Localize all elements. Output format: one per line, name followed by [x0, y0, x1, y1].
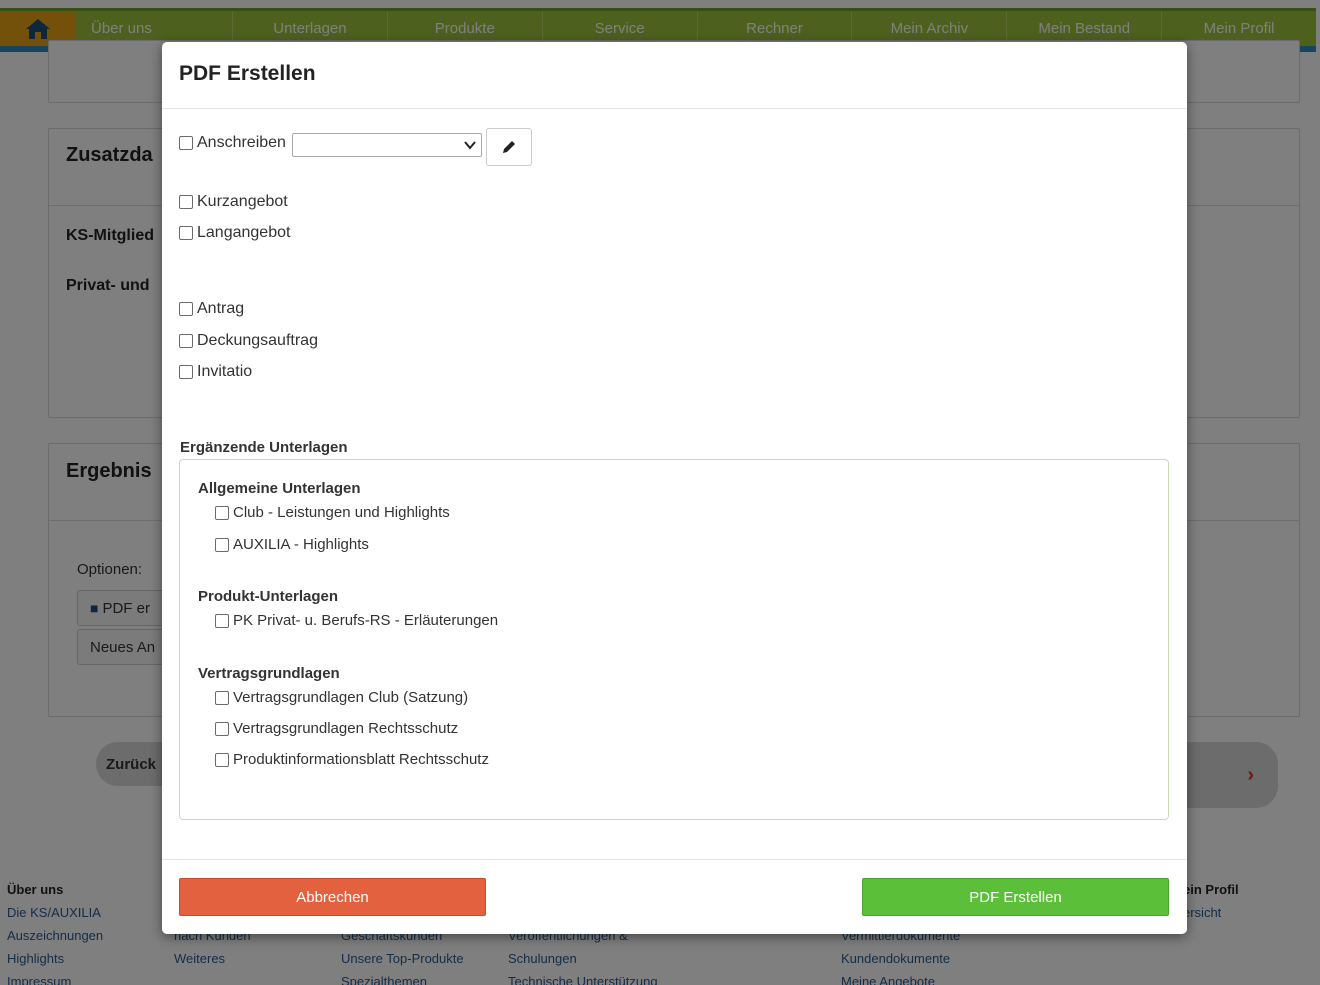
langangebot-label: Langangebot — [197, 224, 291, 241]
doc-item-auxilia-highlights: AUXILIA - Highlights — [215, 536, 369, 553]
pdf-erstellen-modal: PDF Erstellen Anschreiben Kurzangebot La… — [162, 42, 1187, 934]
doc-item-club-leistungen: Club - Leistungen und Highlights — [215, 504, 450, 521]
kurzangebot-checkbox[interactable] — [179, 195, 193, 209]
cancel-button[interactable]: Abbrechen — [179, 878, 486, 916]
doc-item-pk-erlaeuterungen: PK Privat- u. Berufs-RS - Erläuterungen — [215, 612, 498, 629]
invitatio-row: Invitatio — [179, 363, 252, 381]
group-title-allgemeine: Allgemeine Unterlagen — [198, 480, 361, 497]
group-title-vertragsgrundlagen: Vertragsgrundlagen — [198, 665, 340, 682]
ergaenzende-unterlagen-heading: Ergänzende Unterlagen — [180, 439, 348, 456]
kurzangebot-row: Kurzangebot — [179, 193, 288, 211]
kurzangebot-label: Kurzangebot — [197, 193, 288, 210]
anschreiben-checkbox[interactable] — [179, 136, 193, 150]
doc-label: AUXILIA - Highlights — [233, 536, 369, 553]
pencil-icon — [503, 141, 515, 153]
antrag-checkbox[interactable] — [179, 302, 193, 316]
doc-label: Produktinformationsblatt Rechtsschutz — [233, 751, 489, 768]
invitatio-checkbox[interactable] — [179, 365, 193, 379]
antrag-label: Antrag — [197, 300, 245, 317]
doc-item-vg-club: Vertragsgrundlagen Club (Satzung) — [215, 689, 468, 706]
antrag-row: Antrag — [179, 300, 244, 318]
deckungsauftrag-checkbox[interactable] — [179, 334, 193, 348]
chevron-down-icon — [464, 141, 476, 150]
doc-label: PK Privat- u. Berufs-RS - Erläuterungen — [233, 612, 499, 629]
ergaenzende-unterlagen-box: Allgemeine Unterlagen Club - Leistungen … — [179, 459, 1169, 820]
edit-anschreiben-button[interactable] — [486, 128, 532, 166]
modal-header-divider — [162, 108, 1187, 109]
doc-checkbox[interactable] — [215, 537, 229, 552]
doc-item-produktinfoblatt: Produktinformationsblatt Rechtsschutz — [215, 751, 489, 768]
modal-title: PDF Erstellen — [179, 62, 316, 85]
doc-checkbox[interactable] — [215, 752, 229, 767]
doc-checkbox[interactable] — [215, 613, 229, 628]
modal-footer-divider — [162, 859, 1187, 860]
deckungsauftrag-row: Deckungsauftrag — [179, 332, 318, 350]
deckungsauftrag-label: Deckungsauftrag — [197, 332, 318, 349]
group-title-produkt: Produkt-Unterlagen — [198, 588, 339, 605]
anschreiben-select[interactable] — [292, 133, 482, 157]
langangebot-checkbox[interactable] — [179, 226, 193, 240]
doc-label: Vertragsgrundlagen Rechtsschutz — [233, 720, 459, 737]
doc-label: Club - Leistungen und Highlights — [233, 504, 450, 521]
anschreiben-row: Anschreiben — [179, 134, 286, 152]
doc-checkbox[interactable] — [215, 690, 229, 705]
langangebot-row: Langangebot — [179, 224, 290, 242]
create-pdf-button[interactable]: PDF Erstellen — [862, 878, 1169, 916]
doc-checkbox[interactable] — [215, 721, 229, 736]
doc-item-vg-rechtsschutz: Vertragsgrundlagen Rechtsschutz — [215, 720, 458, 737]
doc-checkbox[interactable] — [215, 505, 229, 520]
invitatio-label: Invitatio — [197, 363, 253, 380]
anschreiben-label: Anschreiben — [197, 134, 286, 151]
doc-label: Vertragsgrundlagen Club (Satzung) — [233, 689, 469, 706]
